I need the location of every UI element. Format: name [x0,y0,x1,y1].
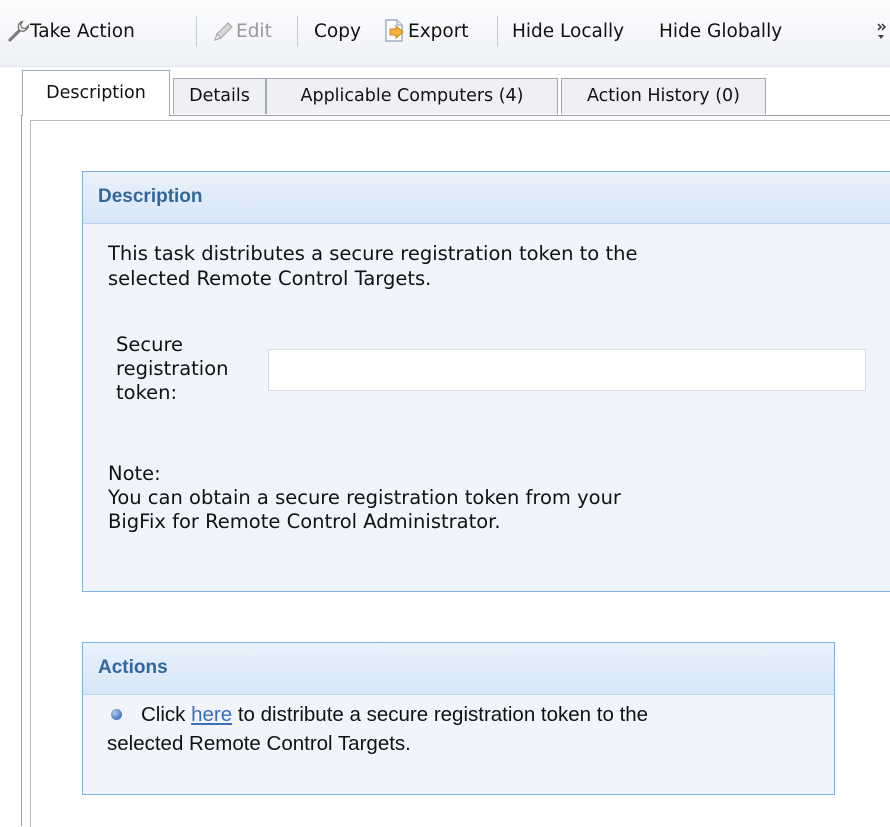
bullet-icon [111,709,122,720]
description-line-2: selected Remote Control Targets. [108,267,432,290]
here-link[interactable]: here [191,703,232,726]
tab-action-history[interactable]: Action History (0) [561,78,766,114]
token-label-line-2: registration [116,357,229,380]
toolbar-divider [497,16,498,47]
description-section-title: Description [98,186,203,207]
copy-button[interactable]: Copy [314,16,361,48]
edit-label: Edit [236,21,272,42]
note-line-2: BigFix for Remote Control Administrator. [108,510,501,533]
token-label-line-1: Secure [116,333,184,356]
pencil-icon [214,22,233,41]
toolbar-divider [196,16,197,47]
action-line-1: Click here to distribute a secure regist… [141,700,648,729]
hide-globally-button[interactable]: Hide Globally [659,16,782,48]
description-section-header: Description [83,172,890,224]
description-line-1: This task distributes a secure registrat… [108,242,638,265]
action-click-prefix: Click [141,703,192,726]
action-click-suffix: to distribute a secure registration toke… [232,703,649,726]
export-label: Export [408,21,469,42]
action-line-2: selected Remote Control Targets. [107,732,411,755]
wrench-icon [8,20,30,42]
secure-token-input[interactable] [268,349,866,391]
toolbar-divider [297,16,298,47]
note-label: Note: [108,462,161,485]
content-scroll-area: Description This task distributes a secu… [30,120,890,827]
content-pane: Description This task distributes a secu… [21,115,890,827]
toolbar-overflow-icon[interactable] [876,22,886,42]
actions-section: Actions Click here to distribute a secur… [82,642,835,795]
tab-description[interactable]: Description [22,70,170,116]
toolbar: Take Action Edit Copy Export Hide Locall… [0,0,890,67]
tab-details[interactable]: Details [173,78,266,114]
take-action-label: Take Action [30,21,135,42]
actions-section-header: Actions [83,643,834,695]
description-section: Description This task distributes a secu… [82,171,890,592]
actions-section-title: Actions [98,657,168,678]
token-label-line-3: token: [116,381,178,404]
tab-applicable-computers[interactable]: Applicable Computers (4) [266,78,558,114]
note-line-1: You can obtain a secure registration tok… [108,486,621,509]
hide-locally-button[interactable]: Hide Locally [512,16,624,48]
export-icon [385,19,404,42]
